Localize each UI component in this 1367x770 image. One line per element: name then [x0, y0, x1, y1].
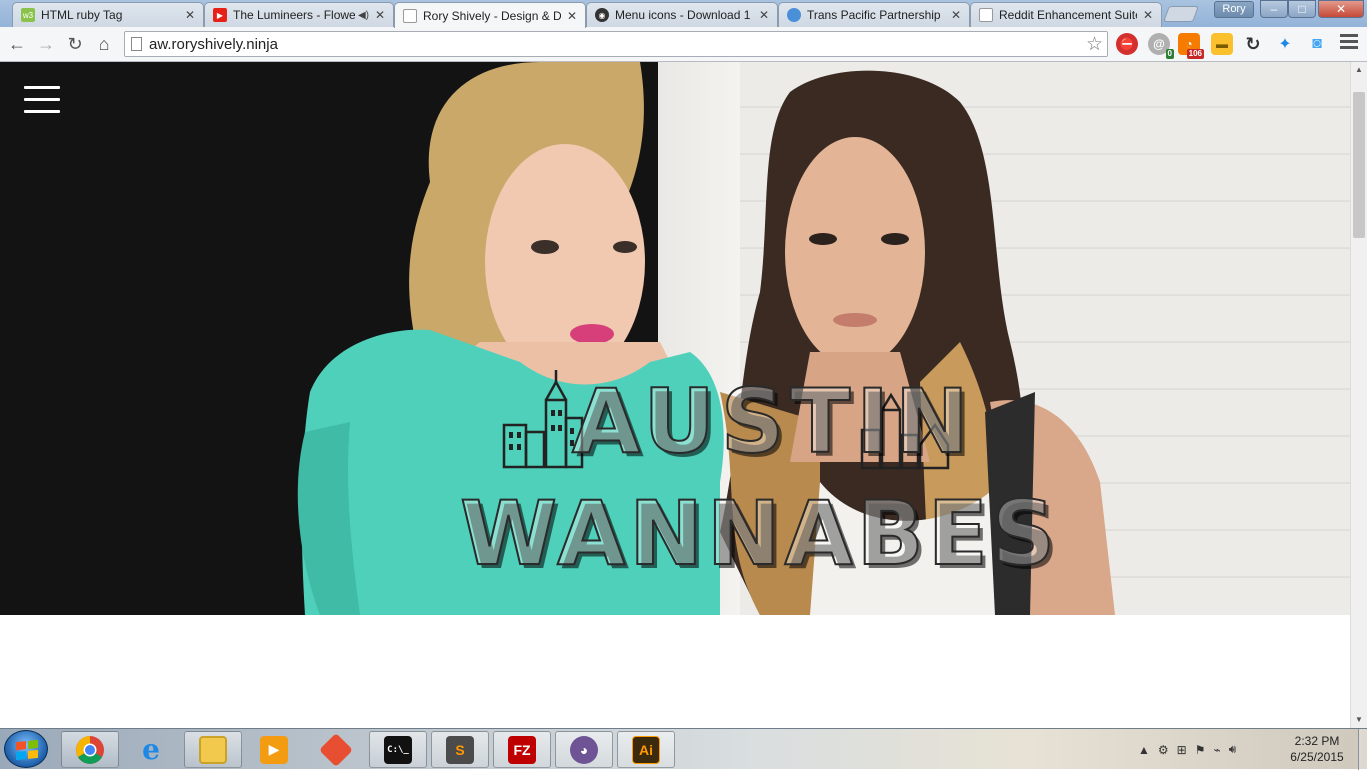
hero-photo: AUSTIN WANNABES	[0, 62, 1350, 615]
close-tab-icon[interactable]: ✕	[373, 8, 387, 22]
taskbar-sublime-text[interactable]: S	[431, 731, 489, 768]
tab-reddit-enhancement[interactable]: Reddit Enhancement Suite ✕	[970, 2, 1162, 27]
browser-toolbar: ← → ↻ ⌂ ☆ ⛔ @0 ◔106 ▬ ↻ ✦ ◙	[0, 27, 1367, 62]
bookmark-star-icon[interactable]: ☆	[1086, 33, 1103, 56]
windows-logo-icon	[16, 739, 38, 761]
url-input[interactable]	[149, 34, 1069, 54]
speaker-icon[interactable]: ◀)	[358, 10, 369, 21]
page-info-icon[interactable]	[131, 37, 142, 51]
rss-count-badge: 106	[1186, 49, 1204, 59]
windows-update-icon[interactable]: ⊞	[1177, 743, 1187, 757]
rss-feed-icon[interactable]: ◔ 106	[1178, 33, 1204, 59]
minimize-button[interactable]: –	[1260, 0, 1288, 18]
austin-wannabes-logo: AUSTIN WANNABES	[459, 369, 1056, 586]
scroll-down-arrow-icon[interactable]: ▼	[1351, 712, 1367, 728]
tab-title: Reddit Enhancement Suite	[999, 8, 1137, 22]
logo-word-austin: AUSTIN	[571, 369, 975, 474]
github-icon: ◕	[570, 735, 598, 764]
w3schools-icon: w3	[21, 8, 35, 22]
tab-title: Menu icons - Download 1	[615, 8, 751, 22]
address-bar[interactable]: ☆	[124, 31, 1108, 57]
tab-title: The Lumineers - Flowe	[233, 8, 355, 22]
reload-icon[interactable]: ↻	[62, 31, 88, 57]
show-desktop-button[interactable]	[1358, 729, 1367, 770]
youtube-icon: ▶	[213, 8, 227, 22]
eye-icon: ◉	[595, 8, 609, 22]
page-icon	[979, 8, 993, 22]
tab-title: HTML ruby Tag	[41, 8, 123, 22]
taskbar-chrome[interactable]	[61, 731, 119, 768]
email-checker-icon[interactable]: @0	[1148, 33, 1174, 59]
page-icon	[403, 8, 417, 23]
page-scrollbar[interactable]: ▲ ▼	[1350, 62, 1367, 728]
chrome-icon	[76, 735, 104, 764]
tab-strip: w3 HTML ruby Tag ✕ ▶ The Lumineers - Flo…	[0, 0, 1367, 28]
action-center-flag-icon[interactable]: ⚑	[1195, 743, 1206, 757]
tab-html-ruby-tag[interactable]: w3 HTML ruby Tag ✕	[12, 2, 204, 27]
folder-icon[interactable]: ▬	[1211, 33, 1233, 55]
sublime-text-icon: S	[446, 735, 474, 764]
taskbar-clock[interactable]: 2:32 PM 6/25/2015	[1284, 733, 1350, 765]
windows-taskbar: e ▶ C:\_ S FZ ◕ Ai ▲ ⚙ ⊞ ⚑ ⌁ 🔊︎ 2:32 PM …	[0, 728, 1367, 770]
forward-arrow-icon[interactable]: →	[33, 31, 59, 57]
close-tab-icon[interactable]: ✕	[183, 8, 197, 22]
media-player-icon: ▶	[260, 735, 288, 764]
tab-trans-pacific[interactable]: Trans Pacific Partnership ✕	[778, 2, 970, 27]
close-tab-icon[interactable]: ✕	[757, 8, 771, 22]
logo-word-wannabes: WANNABES	[459, 481, 1060, 586]
profile-button[interactable]: Rory	[1214, 1, 1254, 18]
new-tab-button[interactable]	[1163, 6, 1199, 22]
power-plug-icon[interactable]: ⌁	[1213, 743, 1220, 757]
tab-title: Trans Pacific Partnership	[807, 8, 941, 22]
show-hidden-icons-icon[interactable]: ▲	[1138, 743, 1150, 757]
hamburger-menu-icon[interactable]	[24, 86, 60, 116]
start-button[interactable]	[4, 730, 48, 768]
taskbar-git[interactable]	[307, 731, 365, 768]
tab-title: Rory Shively - Design & D	[423, 8, 561, 23]
close-tab-icon[interactable]: ✕	[565, 9, 579, 23]
scrollbar-thumb[interactable]	[1353, 92, 1365, 238]
close-window-button[interactable]: ✕	[1318, 0, 1364, 18]
home-icon[interactable]: ⌂	[91, 31, 117, 57]
file-explorer-icon	[199, 735, 227, 764]
close-tab-icon[interactable]: ✕	[1141, 8, 1155, 22]
taskbar-internet-explorer[interactable]: e	[122, 731, 180, 768]
tab-menu-icons[interactable]: ◉ Menu icons - Download 1 ✕	[586, 2, 778, 27]
clock-time: 2:32 PM	[1294, 734, 1340, 748]
chrome-menu-icon[interactable]	[1340, 34, 1358, 54]
back-arrow-icon[interactable]: ←	[4, 31, 30, 57]
git-icon	[319, 732, 353, 767]
taskbar-file-explorer[interactable]	[184, 731, 242, 768]
internet-explorer-icon: e	[142, 733, 160, 766]
close-tab-icon[interactable]: ✕	[949, 8, 963, 22]
maximize-button[interactable]: □	[1288, 0, 1316, 18]
scroll-up-arrow-icon[interactable]: ▲	[1351, 62, 1367, 78]
sync-icon[interactable]: ↻	[1242, 33, 1264, 55]
taskbar-filezilla[interactable]: FZ	[493, 731, 551, 768]
volume-icon[interactable]: 🔊︎	[1229, 742, 1237, 757]
illustrator-icon: Ai	[632, 735, 660, 764]
taskbar-github[interactable]: ◕	[555, 731, 613, 768]
camera-icon[interactable]: ◙	[1306, 33, 1328, 55]
taskbar-illustrator[interactable]: Ai	[617, 731, 675, 768]
filezilla-icon: FZ	[508, 735, 536, 764]
tab-lumineers[interactable]: ▶ The Lumineers - Flowe ◀) ✕	[204, 2, 394, 27]
system-tray: ▲ ⚙ ⊞ ⚑ ⌁ 🔊︎	[1138, 729, 1236, 770]
command-prompt-icon: C:\_	[384, 735, 412, 764]
page-viewport: AUSTIN WANNABES	[0, 62, 1350, 728]
email-count-badge: 0	[1165, 49, 1174, 59]
taskbar-command-prompt[interactable]: C:\_	[369, 731, 427, 768]
globe-icon	[787, 8, 801, 22]
browser-chrome: w3 HTML ruby Tag ✕ ▶ The Lumineers - Flo…	[0, 0, 1367, 62]
settings-gear-icon[interactable]: ⚙	[1158, 743, 1169, 757]
network-icon[interactable]: ✦	[1274, 33, 1296, 55]
tab-rory-shively[interactable]: Rory Shively - Design & D ✕	[394, 2, 586, 28]
clock-date: 6/25/2015	[1290, 750, 1344, 764]
taskbar-media-player[interactable]: ▶	[245, 731, 303, 768]
adblock-icon[interactable]: ⛔	[1116, 33, 1138, 55]
